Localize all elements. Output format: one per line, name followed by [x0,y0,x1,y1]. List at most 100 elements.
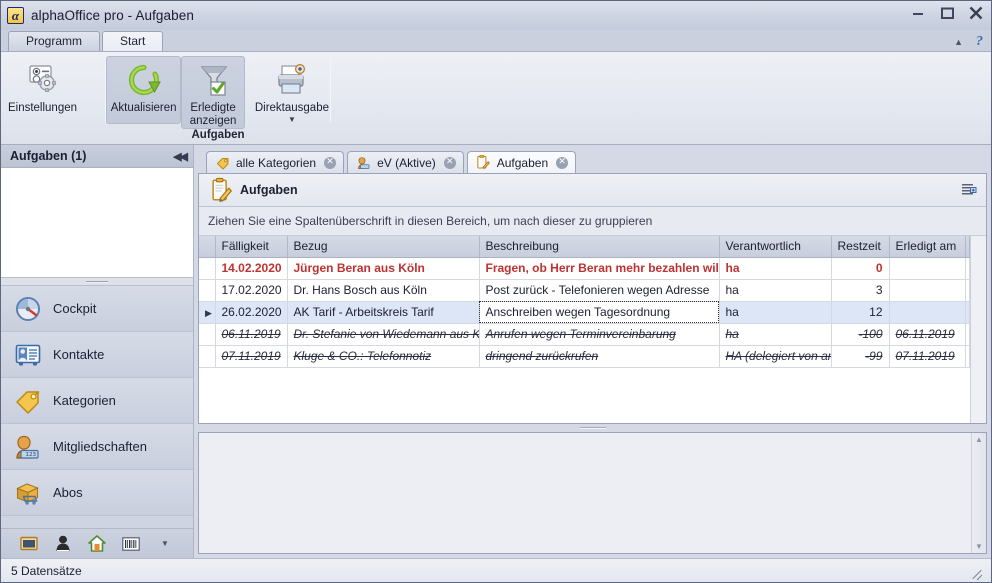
ribbon-tab-start[interactable]: Start [102,31,164,51]
close-icon[interactable]: ✕ [324,156,337,169]
sidebar-item-label: Kontakte [53,347,105,362]
cell-beschreibung: Fragen, ob Herr Beran mehr bezahlen will [479,257,720,280]
maximize-icon [941,7,954,19]
sidebar-item-abos[interactable]: Abos [1,470,193,516]
cell-faelligkeit: 17.02.2020 [215,279,288,302]
table-row[interactable]: 07.11.2019 Kluge & CO.: Telefonnotiz dri… [199,345,970,368]
cell-verantwortlich: ha [719,279,832,302]
cell-filler [965,323,970,346]
filter-check-icon [195,62,231,98]
sidebar-item-label: Abos [53,485,83,500]
cell-erledigt-am: 06.11.2019 [889,323,966,346]
doc-tab-ev-aktive[interactable]: eV (Aktive) ✕ [347,151,464,173]
cell-faelligkeit: 06.11.2019 [215,323,288,346]
title-bar: α alphaOffice pro - Aufgaben [1,1,991,30]
cell-bezug: Kluge & CO.: Telefonnotiz [287,345,480,368]
ribbon-tab-programm[interactable]: Programm [8,31,101,51]
sidebar-footer-toolbar: ▼ [1,528,193,558]
sidebar-item-kontakte[interactable]: Kontakte [1,332,193,378]
sidebar-task-list-area[interactable] [1,168,193,278]
aktualisieren-label: Aktualisieren [110,102,177,114]
table-header-row: Fälligkeit Bezug Beschreibung Verantwort… [199,236,970,258]
erledigte-anzeigen-button[interactable]: Erledigte anzeigen [181,56,245,129]
cell-erledigt-am [889,257,966,280]
group-by-band[interactable]: Ziehen Sie eine Spaltenüberschrift in di… [199,207,986,236]
sidebar-item-label: Mitgliedschaften [53,439,147,454]
printer-preview-icon [274,62,310,98]
barcode-icon[interactable] [121,535,141,553]
table-row[interactable]: ▶ 26.02.2020 AK Tarif - Arbeitskreis Tar… [199,301,970,324]
column-header-faelligkeit[interactable]: Fälligkeit [215,236,288,258]
help-icon[interactable]: ? [976,34,983,50]
tag-icon [215,155,230,170]
sidebar-item-cockpit[interactable]: Cockpit [1,286,193,332]
column-header-beschreibung[interactable]: Beschreibung [479,236,720,258]
column-header-restzeit[interactable]: Restzeit [831,236,890,258]
collapse-sidebar-icon[interactable]: ◀◀ [173,150,188,163]
minimize-button[interactable] [909,4,927,22]
horizontal-splitter[interactable] [198,424,987,432]
grid-container: Fälligkeit Bezug Beschreibung Verantwort… [199,236,986,423]
cell-restzeit: -99 [831,345,890,368]
scroll-down-icon[interactable]: ▼ [975,542,983,551]
einstellungen-button[interactable]: Einstellungen [1,56,84,124]
column-header-bezug[interactable]: Bezug [287,236,480,258]
direktausgabe-button[interactable]: Direktausgabe ▼ [254,56,330,125]
cell-filler [965,279,970,302]
notes-vertical-scrollbar[interactable]: ▲ ▼ [971,433,986,553]
application-window: α alphaOffice pro - Aufgaben Programm St… [0,0,992,583]
table-row[interactable]: 06.11.2019 Dr. Stefanie von Wiedemann au… [199,323,970,346]
doc-tab-aufgaben[interactable]: Aufgaben ✕ [466,151,577,173]
notes-textarea[interactable] [199,433,971,553]
column-header-erledigt-am[interactable]: Erledigt am [889,236,966,258]
record-count-label: 5 Datensätze [11,563,82,578]
cell-restzeit: 12 [831,301,890,324]
ribbon-toolbar: Einstellungen Aktualisieren Erledigte an… [1,51,991,145]
cell-beschreibung: dringend zurückrufen [479,345,720,368]
sidebar-item-kategorien[interactable]: Kategorien [1,378,193,424]
cell-bezug: Dr. Stefanie von Wiedemann aus Köln [287,323,480,346]
contacts-icon [14,341,42,369]
close-button[interactable] [967,4,985,22]
sidebar-item-mitgliedschaften[interactable]: 123 Mitgliedschaften [1,424,193,470]
ribbon-group-aufgaben: Aktualisieren Erledigte anzeigen Direkta… [106,52,330,144]
clipboard-icon [476,155,491,170]
cell-faelligkeit: 26.02.2020 [215,301,288,324]
doc-tab-label: Aufgaben [496,155,549,170]
tag-icon [14,387,42,415]
grid-vertical-scrollbar[interactable] [970,236,986,423]
screen-icon[interactable] [19,535,39,553]
subscriptions-icon [14,479,42,507]
row-indicator: ▶ [205,308,212,318]
ribbon-group-aufgaben-caption: Aufgaben [191,129,245,141]
close-icon [969,6,983,20]
close-icon[interactable]: ✕ [443,156,456,169]
aktualisieren-button[interactable]: Aktualisieren [106,56,182,124]
chevron-down-icon[interactable]: ▼ [288,116,296,124]
cell-beschreibung-editor[interactable]: Anschreiben wegen Tagesordnung [479,301,720,324]
ribbon-group-settings: Einstellungen [1,52,105,144]
column-chooser-icon[interactable] [960,181,978,199]
resize-grip-icon[interactable] [969,564,983,578]
row-indicator [199,345,216,368]
ribbon-group-divider-2 [330,58,331,122]
more-dropdown-icon[interactable]: ▼ [155,535,175,553]
sidebar-splitter[interactable] [1,278,193,286]
user-black-icon[interactable] [53,535,73,553]
home-icon[interactable] [87,535,107,553]
aufgaben-panel: Aufgaben Ziehen Sie eine Spaltenüberschr… [198,173,987,424]
doc-tab-alle-kategorien[interactable]: alle Kategorien ✕ [206,151,345,173]
cell-bezug: Dr. Hans Bosch aus Köln [287,279,480,302]
collapse-ribbon-icon[interactable]: ▲ [954,37,963,47]
maximize-button[interactable] [938,4,956,22]
close-icon[interactable]: ✕ [556,156,569,169]
column-header-verantwortlich[interactable]: Verantwortlich [719,236,832,258]
scroll-up-icon[interactable]: ▲ [975,435,983,444]
table-row[interactable]: 14.02.2020 Jürgen Beran aus Köln Fragen,… [199,257,970,280]
content-pane: alle Kategorien ✕ eV (Aktive) ✕ Aufgaben… [194,145,991,558]
table-row[interactable]: 17.02.2020 Dr. Hans Bosch aus Köln Post … [199,279,970,302]
gauge-icon [14,295,42,323]
clipboard-pencil-icon [209,177,233,203]
panel-title: Aufgaben [240,183,298,197]
minimize-icon [913,13,923,15]
